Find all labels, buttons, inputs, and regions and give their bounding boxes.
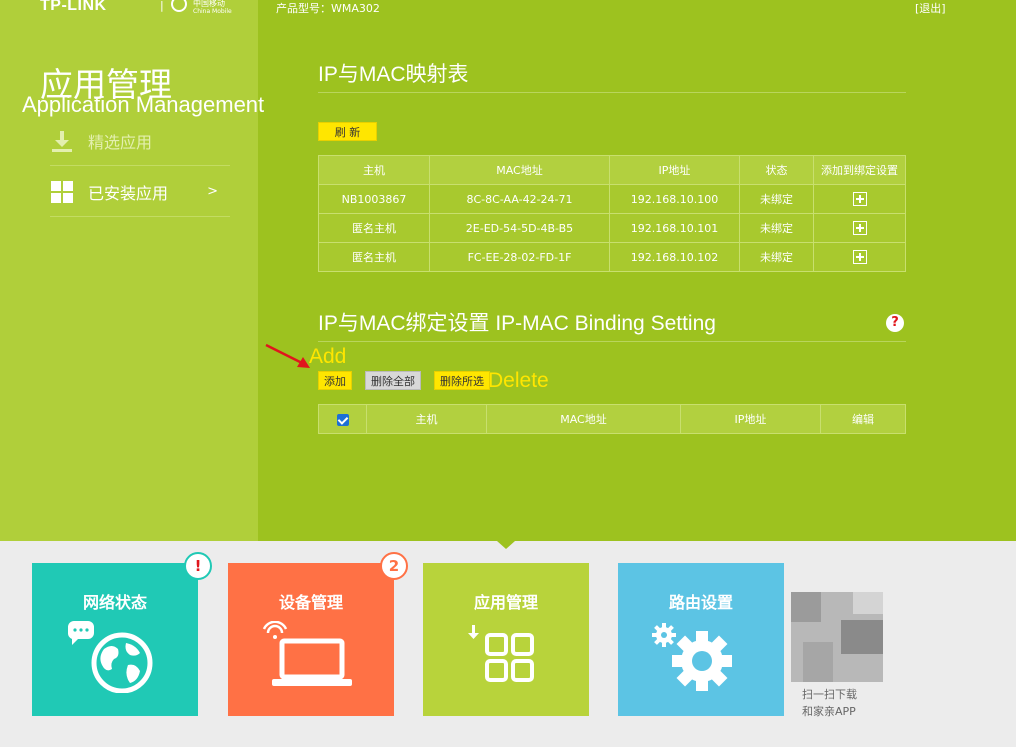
router-admin-page: TP-LINK | 中国移动 China Mobile 产品型号：WMA302 … [0,0,1016,747]
sidebar-item-label: 已安装应用 [88,183,169,203]
tile-network-status[interactable]: 网络状态 ! [32,552,212,716]
cell-status: 未绑定 [739,213,814,243]
delete-all-button[interactable]: 删除全部 [365,371,421,390]
add-to-binding-icon[interactable] [852,250,867,264]
alert-badge: ! [184,552,212,580]
select-all-checkbox[interactable] [336,413,349,426]
red-arrow-annotation-icon [265,343,310,368]
cell-mac: 2E-ED-54-5D-4B-B5 [429,213,610,243]
cell-status: 未绑定 [739,184,814,214]
chevron-right-icon: > [207,184,218,199]
cell-add [813,242,906,272]
grid-icon [51,180,73,203]
table-row: NB1003867 8C-8C-AA-42-24-71 192.168.10.1… [318,184,906,214]
select-all-cell [318,404,367,434]
cell-ip: 192.168.10.101 [609,213,740,243]
globe-icon [67,621,153,693]
active-pointer [497,541,515,549]
partner-en: China Mobile [193,8,232,15]
delete-selected-button[interactable]: 删除所选 [434,371,490,390]
cell-add [813,184,906,214]
tile-label: 路由设置 [668,593,733,612]
annotation-add: Add [309,345,347,368]
column-header: 主机 [366,404,487,434]
table-row: 匿名主机 2E-ED-54-5D-4B-B5 192.168.10.101 未绑… [318,213,906,243]
add-button[interactable]: 添加 [318,371,352,390]
product-model: 产品型号：WMA302 [276,2,380,15]
add-to-binding-icon[interactable] [852,192,867,206]
cell-host: 匿名主机 [318,242,430,272]
annotation-delete: Delete [488,369,549,392]
column-header: MAC地址 [486,404,681,434]
column-header: IP地址 [680,404,821,434]
divider [318,92,906,93]
help-icon[interactable]: ? [886,314,904,332]
add-to-binding-icon[interactable] [852,221,867,235]
tile-device-management[interactable]: 设备管理 2 [228,552,408,716]
divider [318,341,906,342]
column-header: MAC地址 [429,155,610,185]
tile-label: 设备管理 [278,593,343,612]
cell-host: NB1003867 [318,184,430,214]
tile-app-management[interactable]: 应用管理 [423,563,589,716]
cell-ip: 192.168.10.100 [609,184,740,214]
cell-ip: 192.168.10.102 [609,242,740,272]
qr-caption-line1: 扫一扫下载 [802,688,857,701]
binding-title: IP与MAC绑定设置 IP-MAC Binding Setting [318,312,716,335]
table-header-row: 主机 MAC地址 IP地址 编辑 [318,404,906,434]
laptop-icon [262,621,352,686]
gear-icon [652,623,732,691]
download-icon [52,130,72,152]
sidebar-item-label: 精选应用 [88,132,153,152]
column-header: 状态 [739,155,814,185]
china-mobile-icon [171,0,187,12]
tplink-logo: TP-LINK [40,0,107,14]
mapping-table-title: IP与MAC映射表 [318,63,469,86]
refresh-button[interactable]: 刷 新 [318,122,377,141]
logout-link[interactable]: [退出] [915,0,946,16]
table-header-row: 主机 MAC地址 IP地址 状态 添加到绑定设置 [318,155,906,185]
cell-host: 匿名主机 [318,213,430,243]
sidebar-title-en: Application Management [22,92,265,117]
table-row: 匿名主机 FC-EE-28-02-FD-1F 192.168.10.102 未绑… [318,242,906,272]
ip-mac-binding-table: 主机 MAC地址 IP地址 编辑 [318,404,906,434]
count-badge: 2 [380,552,408,580]
ip-mac-mapping-table: 主机 MAC地址 IP地址 状态 添加到绑定设置 NB1003867 8C-8C… [318,155,906,272]
sidebar-item-featured-apps[interactable]: 精选应用 [50,116,230,166]
tile-label: 应用管理 [473,593,538,612]
cell-mac: 8C-8C-AA-42-24-71 [429,184,610,214]
column-header: 编辑 [820,404,906,434]
logo-separator: | [160,0,164,12]
apps-icon [468,625,534,682]
cell-add [813,213,906,243]
qr-caption-line2: 和家亲APP [802,705,856,718]
cell-mac: FC-EE-28-02-FD-1F [429,242,610,272]
header-bar: TP-LINK | 中国移动 China Mobile 产品型号：WMA302 … [0,0,1016,18]
column-header: 添加到绑定设置 [813,155,906,185]
tile-label: 网络状态 [82,593,147,612]
cell-status: 未绑定 [739,242,814,272]
sidebar-item-installed-apps[interactable]: 已安装应用 > [50,167,230,217]
column-header: 主机 [318,155,430,185]
qr-code [791,592,883,682]
tile-router-settings[interactable]: 路由设置 [618,563,784,716]
column-header: IP地址 [609,155,740,185]
